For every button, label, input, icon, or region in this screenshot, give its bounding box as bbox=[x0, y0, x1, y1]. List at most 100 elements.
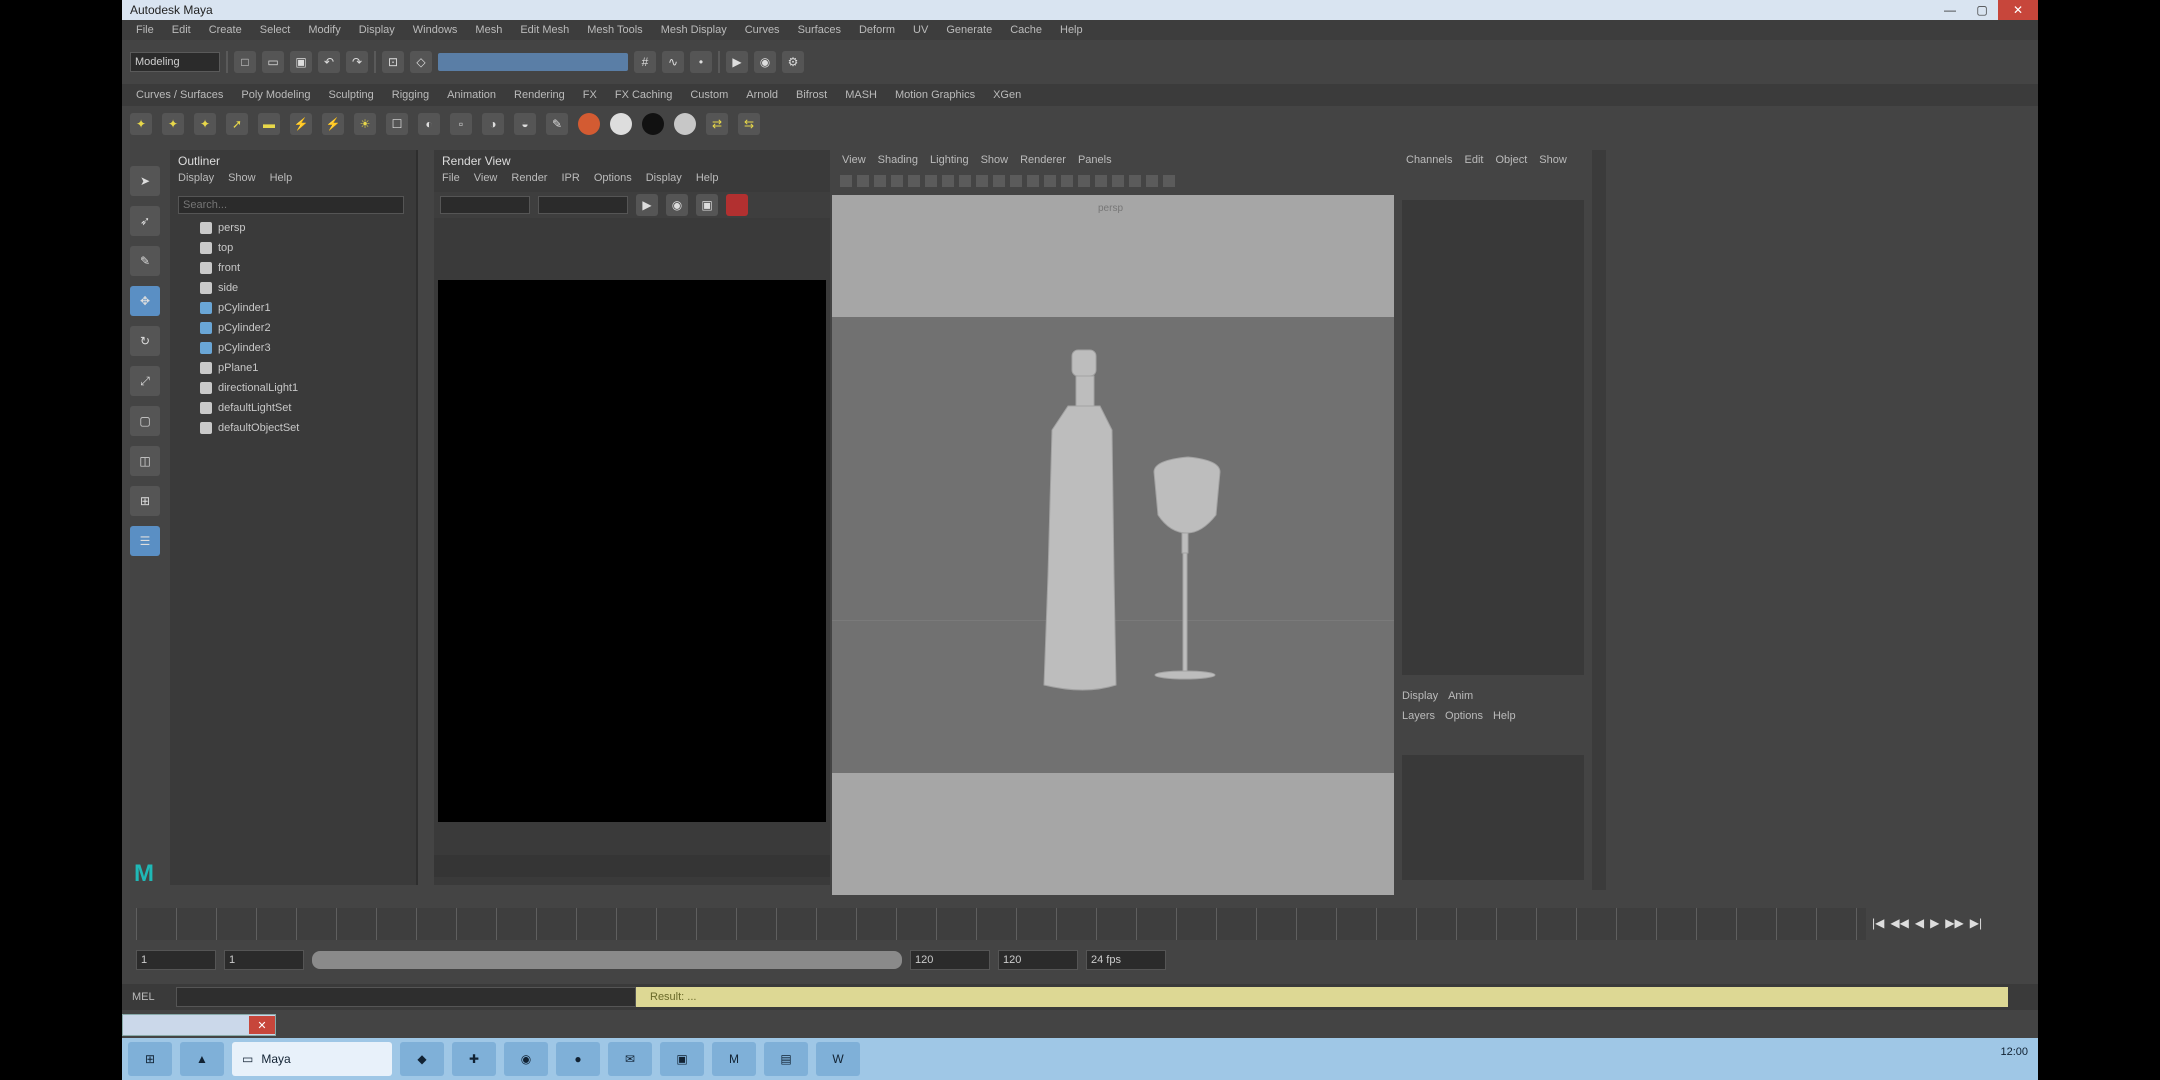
black-sphere-icon[interactable] bbox=[642, 113, 664, 135]
viewport-menu-lighting[interactable]: Lighting bbox=[930, 154, 969, 166]
folder-icon[interactable]: ▤ bbox=[764, 1042, 808, 1076]
menu-select[interactable]: Select bbox=[254, 24, 297, 36]
camera-dropdown[interactable] bbox=[538, 196, 628, 214]
renderer-dropdown[interactable] bbox=[440, 196, 530, 214]
film-gate-icon[interactable] bbox=[908, 175, 920, 187]
ipr-render-icon[interactable]: ◉ bbox=[754, 51, 776, 73]
grey-sphere-icon[interactable] bbox=[674, 113, 696, 135]
safe-action-icon[interactable] bbox=[976, 175, 988, 187]
time-slider[interactable] bbox=[136, 908, 1866, 940]
menu-display[interactable]: Display bbox=[353, 24, 401, 36]
word-icon[interactable]: W bbox=[816, 1042, 860, 1076]
playback-end-field[interactable]: 120 bbox=[910, 950, 990, 970]
command-input[interactable] bbox=[176, 987, 636, 1007]
taskbar-app-icon[interactable]: ✚ bbox=[452, 1042, 496, 1076]
shelf-tool-icon[interactable]: ◒ bbox=[514, 113, 536, 135]
close-icon[interactable]: ✕ bbox=[249, 1016, 275, 1034]
channel-box-area[interactable] bbox=[1402, 200, 1584, 675]
two-panes-icon[interactable]: ◫ bbox=[130, 446, 160, 476]
snap-grid-icon[interactable]: # bbox=[634, 51, 656, 73]
viewport-menu-panels[interactable]: Panels bbox=[1078, 154, 1112, 166]
bookmark-icon[interactable] bbox=[857, 175, 869, 187]
wireframe-icon[interactable] bbox=[993, 175, 1005, 187]
viewport-menu-show[interactable]: Show bbox=[981, 154, 1009, 166]
field-chart-icon[interactable] bbox=[959, 175, 971, 187]
render-view-menu-item[interactable]: IPR bbox=[561, 172, 579, 192]
mode-selector[interactable]: Modeling bbox=[130, 52, 220, 72]
shelf-tab[interactable]: Poly Modeling bbox=[235, 89, 316, 101]
isolate-select-icon[interactable] bbox=[1129, 175, 1141, 187]
outliner-menu-display[interactable]: Display bbox=[178, 172, 214, 192]
cb-menu-object[interactable]: Object bbox=[1495, 154, 1527, 166]
smooth-shade-icon[interactable] bbox=[1010, 175, 1022, 187]
outliner-item[interactable]: side bbox=[170, 278, 416, 298]
layer-menu-help[interactable]: Help bbox=[1493, 710, 1516, 722]
layer-menu-options[interactable]: Options bbox=[1445, 710, 1483, 722]
menu-generate[interactable]: Generate bbox=[940, 24, 998, 36]
menu-curves[interactable]: Curves bbox=[739, 24, 786, 36]
menu-mesh-display[interactable]: Mesh Display bbox=[655, 24, 733, 36]
save-scene-icon[interactable]: ▣ bbox=[290, 51, 312, 73]
shelf-tool-icon[interactable]: ⇆ bbox=[738, 113, 760, 135]
shelf-tab[interactable]: Motion Graphics bbox=[889, 89, 981, 101]
play-button[interactable]: ▶ bbox=[1930, 916, 1939, 930]
antialias-icon[interactable] bbox=[1095, 175, 1107, 187]
menu-cache[interactable]: Cache bbox=[1004, 24, 1048, 36]
single-perspective-icon[interactable]: ▢ bbox=[130, 406, 160, 436]
side-tab-strip[interactable] bbox=[1592, 150, 1606, 890]
outliner-item[interactable]: pCylinder2 bbox=[170, 318, 416, 338]
shelf-tool-icon[interactable]: ✎ bbox=[546, 113, 568, 135]
outliner-item[interactable]: pPlane1 bbox=[170, 358, 416, 378]
lights-icon[interactable] bbox=[1044, 175, 1056, 187]
shelf-tab[interactable]: FX bbox=[577, 89, 603, 101]
white-sphere-icon[interactable] bbox=[610, 113, 632, 135]
step-back-key-button[interactable]: ◀◀ bbox=[1890, 916, 1908, 930]
snap-point-icon[interactable]: • bbox=[690, 51, 712, 73]
step-forward-key-button[interactable]: ▶▶ bbox=[1945, 916, 1963, 930]
render-view-menu-item[interactable]: Render bbox=[511, 172, 547, 192]
shelf-tool-icon[interactable]: ➚ bbox=[226, 113, 248, 135]
shelf-tool-icon[interactable]: ✦ bbox=[162, 113, 184, 135]
snap-curve-icon[interactable]: ∿ bbox=[662, 51, 684, 73]
shelf-tab[interactable]: FX Caching bbox=[609, 89, 678, 101]
outliner-search-input[interactable] bbox=[178, 196, 404, 214]
xray-icon[interactable] bbox=[1146, 175, 1158, 187]
viewport-scene[interactable]: persp bbox=[832, 195, 1394, 895]
paint-select-icon[interactable]: ✎ bbox=[130, 246, 160, 276]
tab-anim[interactable]: Anim bbox=[1448, 690, 1473, 702]
taskbar-app-icon[interactable]: ✉ bbox=[608, 1042, 652, 1076]
four-panes-icon[interactable]: ⊞ bbox=[130, 486, 160, 516]
render-view-menu-item[interactable]: Display bbox=[646, 172, 682, 192]
step-back-button[interactable]: ◀ bbox=[1915, 916, 1924, 930]
outliner-item[interactable]: pCylinder3 bbox=[170, 338, 416, 358]
shelf-tool-icon[interactable]: ⇄ bbox=[706, 113, 728, 135]
gate-mask-icon[interactable] bbox=[942, 175, 954, 187]
outliner-item[interactable]: defaultObjectSet bbox=[170, 418, 416, 438]
rotate-tool-icon[interactable]: ↻ bbox=[130, 326, 160, 356]
ipr-icon[interactable]: ◉ bbox=[666, 194, 688, 216]
tab-display[interactable]: Display bbox=[1402, 690, 1438, 702]
outliner-menu-help[interactable]: Help bbox=[270, 172, 293, 192]
shadows-icon[interactable] bbox=[1061, 175, 1073, 187]
cb-menu-channels[interactable]: Channels bbox=[1406, 154, 1452, 166]
outliner-item[interactable]: front bbox=[170, 258, 416, 278]
redo-icon[interactable]: ↷ bbox=[346, 51, 368, 73]
ambient-occlusion-icon[interactable] bbox=[1078, 175, 1090, 187]
menu-deform[interactable]: Deform bbox=[853, 24, 901, 36]
viewport-menu-renderer[interactable]: Renderer bbox=[1020, 154, 1066, 166]
select-object-icon[interactable]: ◇ bbox=[410, 51, 432, 73]
maximize-button[interactable]: ▢ bbox=[1966, 0, 1998, 20]
open-scene-icon[interactable]: ▭ bbox=[262, 51, 284, 73]
range-slider[interactable] bbox=[312, 951, 902, 969]
lasso-tool-icon[interactable]: ➶ bbox=[130, 206, 160, 236]
minimized-window[interactable]: ✕ bbox=[122, 1014, 276, 1036]
grid-icon[interactable] bbox=[891, 175, 903, 187]
range-start-field[interactable]: 1 bbox=[136, 950, 216, 970]
shelf-tool-icon[interactable]: ▬ bbox=[258, 113, 280, 135]
render-canvas[interactable] bbox=[438, 280, 826, 822]
taskbar-open-window[interactable]: ▭ Maya bbox=[232, 1042, 392, 1076]
color-wheel-icon[interactable] bbox=[578, 113, 600, 135]
select-hierarchy-icon[interactable]: ⊡ bbox=[382, 51, 404, 73]
outliner-item[interactable]: persp bbox=[170, 218, 416, 238]
cb-menu-show[interactable]: Show bbox=[1539, 154, 1567, 166]
